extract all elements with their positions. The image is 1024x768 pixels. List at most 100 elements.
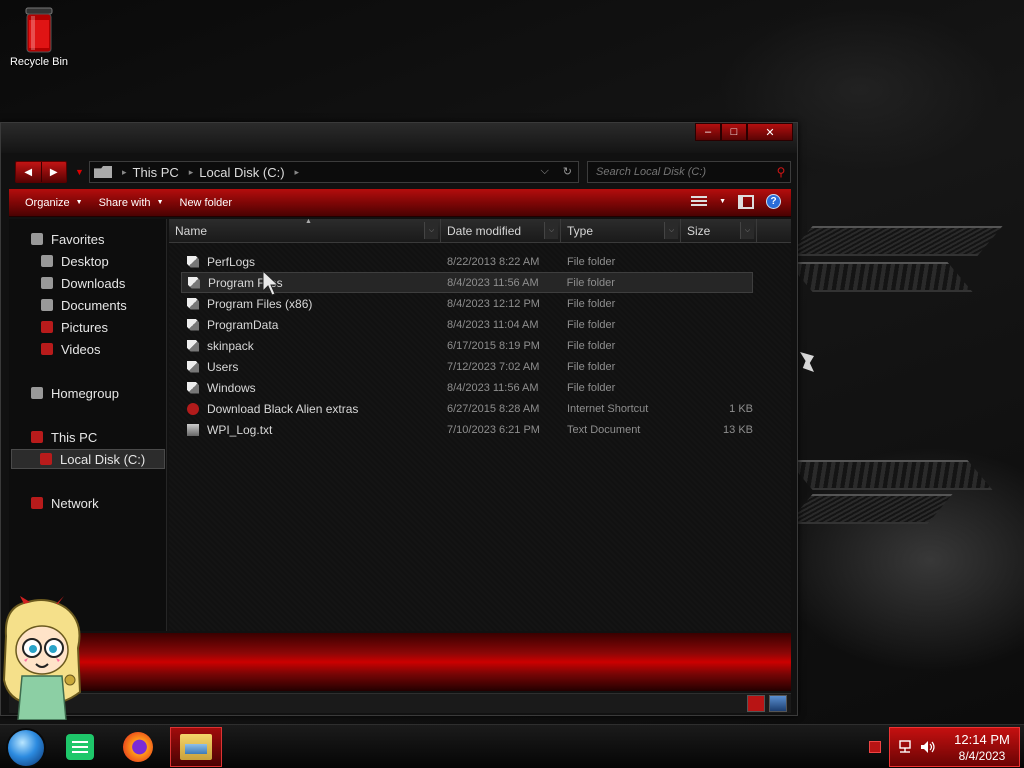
- file-date: 8/22/2013 8:22 AM: [447, 255, 540, 268]
- chevron-down-icon: ▼: [75, 199, 83, 206]
- column-size-label: Size: [687, 224, 711, 238]
- system-tray: 12:14 PM 8/4/2023: [889, 727, 1020, 767]
- nav-item-documents[interactable]: Documents: [41, 295, 127, 315]
- file-name: WPI_Log.txt: [207, 422, 273, 437]
- recycle-bin-desktop-icon[interactable]: Recycle Bin: [6, 6, 72, 68]
- change-view-icon[interactable]: [691, 195, 708, 208]
- file-explorer-window[interactable]: – □ ✕ ◀ ▶ ▼ ▸ This PC ▸ Local Disk (C:) …: [0, 122, 798, 716]
- minimize-button[interactable]: –: [695, 123, 721, 141]
- downloads-icon: [41, 277, 53, 289]
- file-row[interactable]: Windows 8/4/2023 11:56 AM File folder: [181, 377, 753, 398]
- column-header-name[interactable]: Name ▲ ⌵: [169, 218, 441, 243]
- status-view-toggles: [747, 695, 787, 712]
- nav-network[interactable]: Network: [31, 493, 99, 513]
- taskbar-firefox[interactable]: [112, 727, 164, 767]
- nav-item-local-disk[interactable]: Local Disk (C:): [11, 449, 165, 469]
- file-size: 1 KB: [729, 402, 753, 415]
- breadcrumb-this-pc[interactable]: This PC: [133, 165, 179, 180]
- search-icon[interactable]: ⚲: [772, 165, 790, 179]
- refresh-icon[interactable]: ↻: [563, 165, 572, 178]
- share-with-button[interactable]: Share with ▼: [99, 197, 164, 209]
- start-button[interactable]: [6, 728, 46, 768]
- breadcrumb-separator-icon[interactable]: ▸: [295, 167, 300, 178]
- folder-icon: [187, 255, 199, 268]
- column-type-label: Type: [567, 224, 594, 238]
- clock-date[interactable]: 8/4/2023: [946, 749, 1018, 763]
- column-header-size[interactable]: Size ⌵: [681, 219, 757, 243]
- volume-icon[interactable]: [920, 740, 936, 754]
- breadcrumb-local-disk[interactable]: Local Disk (C:): [199, 165, 284, 180]
- view-options-chevron-icon[interactable]: ▼: [719, 198, 726, 205]
- mouse-pointer-icon: [262, 270, 280, 296]
- column-filter-chevron-icon[interactable]: ⌵: [544, 222, 558, 239]
- large-icons-view-icon[interactable]: [769, 695, 787, 712]
- details-view-icon[interactable]: [747, 695, 765, 712]
- address-dropdown-icon[interactable]: ⌵: [540, 165, 548, 178]
- preview-pane-icon[interactable]: [738, 194, 754, 209]
- title-bar[interactable]: – □ ✕: [1, 123, 797, 153]
- column-date-label: Date modified: [447, 224, 522, 238]
- organize-label: Organize: [25, 196, 70, 209]
- new-folder-button[interactable]: New folder: [180, 197, 233, 209]
- mascot-character-icon: [2, 596, 82, 720]
- nav-item-desktop[interactable]: Desktop: [41, 251, 109, 271]
- nav-homegroup-label: Homegroup: [51, 385, 119, 401]
- search-input[interactable]: [588, 166, 772, 178]
- wallpaper-stripe: [787, 494, 953, 524]
- column-headers: Name ▲ ⌵ Date modified ⌵ Type ⌵ Size ⌵: [169, 218, 791, 243]
- nav-item-pictures[interactable]: Pictures: [41, 317, 108, 337]
- file-row[interactable]: Download Black Alien extras 6/27/2015 8:…: [181, 398, 753, 419]
- taskbar-notes-app[interactable]: [54, 727, 106, 767]
- breadcrumb-separator-icon[interactable]: ▸: [189, 167, 194, 178]
- address-tools: ⌵ ↻: [540, 165, 572, 178]
- file-date: 6/27/2015 8:28 AM: [447, 402, 540, 415]
- nav-this-pc[interactable]: This PC: [31, 427, 97, 447]
- network-status-icon[interactable]: [898, 740, 914, 754]
- wallpaper-stripe: [787, 460, 993, 490]
- firefox-icon: [123, 732, 153, 762]
- folder-icon: [188, 276, 200, 289]
- clock-time[interactable]: 12:14 PM: [946, 732, 1018, 747]
- file-name: Download Black Alien extras: [207, 401, 359, 416]
- nav-item-label: Downloads: [61, 275, 126, 291]
- column-header-type[interactable]: Type ⌵: [561, 219, 681, 243]
- file-date: 7/12/2023 7:02 AM: [447, 360, 540, 373]
- search-box[interactable]: ⚲: [587, 161, 791, 183]
- help-icon[interactable]: ?: [766, 194, 781, 209]
- taskbar-file-explorer[interactable]: [170, 727, 222, 767]
- file-name: Program Files (x86): [207, 296, 313, 311]
- file-row[interactable]: Users 7/12/2023 7:02 AM File folder: [181, 356, 753, 377]
- column-filter-chevron-icon[interactable]: ⌵: [740, 222, 754, 239]
- file-row[interactable]: PerfLogs 8/22/2013 8:22 AM File folder: [181, 251, 753, 272]
- star-icon: [31, 233, 43, 245]
- nav-this-pc-label: This PC: [51, 429, 98, 445]
- nav-item-downloads[interactable]: Downloads: [41, 273, 125, 293]
- minimize-icon: –: [704, 126, 712, 138]
- computer-icon: [31, 431, 43, 443]
- folder-icon: [187, 297, 199, 310]
- show-hidden-icons-button[interactable]: [869, 741, 881, 753]
- nav-homegroup[interactable]: Homegroup: [31, 383, 119, 403]
- recent-locations-button[interactable]: ▼: [75, 167, 84, 177]
- address-bar[interactable]: ▸ This PC ▸ Local Disk (C:) ▸ ⌵ ↻: [89, 161, 579, 183]
- column-filter-chevron-icon[interactable]: ⌵: [664, 222, 678, 239]
- file-row[interactable]: skinpack 6/17/2015 8:19 PM File folder: [181, 335, 753, 356]
- status-bar: [9, 693, 791, 713]
- column-filter-chevron-icon[interactable]: ⌵: [424, 222, 438, 239]
- file-row[interactable]: WPI_Log.txt 7/10/2023 6:21 PM Text Docum…: [181, 419, 753, 440]
- nav-item-videos[interactable]: Videos: [41, 339, 101, 359]
- back-button[interactable]: ◀: [16, 162, 41, 182]
- maximize-button[interactable]: □: [721, 123, 747, 141]
- breadcrumb-separator-icon[interactable]: ▸: [122, 167, 127, 178]
- file-row[interactable]: Program Files (x86) 8/4/2023 12:12 PM Fi…: [181, 293, 753, 314]
- organize-button[interactable]: Organize ▼: [25, 197, 83, 209]
- file-name: Users: [207, 359, 239, 374]
- file-size: 13 KB: [723, 423, 753, 436]
- column-header-date[interactable]: Date modified ⌵: [441, 219, 561, 243]
- maximize-icon: □: [730, 126, 738, 138]
- text-document-icon: [187, 423, 199, 436]
- nav-favorites[interactable]: Favorites: [31, 229, 104, 249]
- forward-button[interactable]: ▶: [40, 162, 67, 182]
- close-button[interactable]: ✕: [747, 123, 793, 141]
- file-row[interactable]: ProgramData 8/4/2023 11:04 AM File folde…: [181, 314, 753, 335]
